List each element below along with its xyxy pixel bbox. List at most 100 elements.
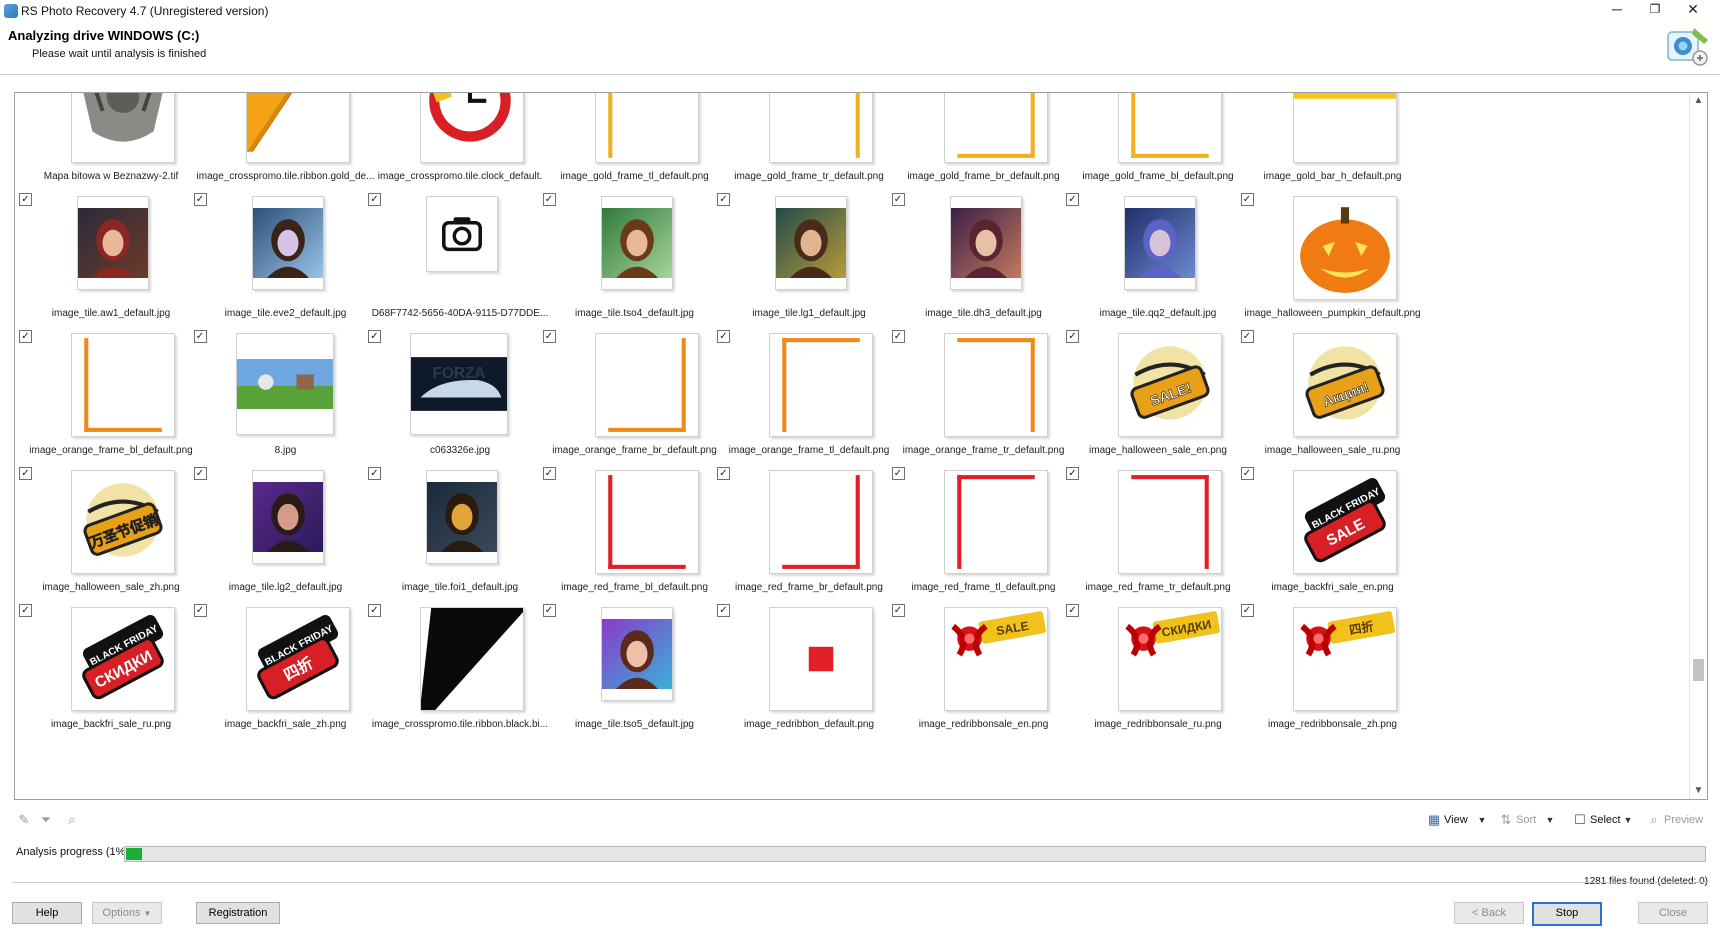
file-thumbnail[interactable]: ✓ image_orange_frame_tr_default.png	[888, 323, 1080, 473]
file-thumbnail[interactable]: ✓ BLACK FRIDAY 四折 image_backfri_sale_zh.png	[190, 597, 382, 747]
view-dropdown-chevron-icon[interactable]: ▼	[1474, 812, 1490, 828]
file-thumbnail[interactable]: ✓ image_red_frame_bl_default.png	[539, 460, 731, 610]
blackfriday-badge-image: BLACK FRIDAY СКИДКИ	[71, 607, 175, 711]
file-thumbnail[interactable]: ✓ image_red_frame_tl_default.png	[888, 460, 1080, 610]
file-name: image_tile.lg2_default.jpg	[228, 582, 343, 593]
app-icon	[4, 4, 18, 18]
file-thumbnail[interactable]: ✓ SALE! image_halloween_sale_en.png	[1062, 323, 1254, 473]
file-thumbnail[interactable]: ✓ image_tile.lg1_default.jpg	[713, 186, 905, 336]
file-thumbnail[interactable]: ✓ image_orange_frame_br_default.png	[539, 323, 731, 473]
camera-image	[426, 196, 498, 272]
file-thumbnail[interactable]: ✓ СКИДКИ image_redribbonsale_ru.png	[1062, 597, 1254, 747]
file-name: Mapa bitowa w Beznazwy-2.tif	[43, 171, 179, 182]
car-image: FORZA	[410, 333, 508, 435]
gold-frame-tr-image	[769, 93, 873, 163]
file-thumbnail[interactable]: ✓ image_tile.foi1_default.jpg	[364, 460, 556, 610]
file-name: image_tile.dh3_default.jpg	[925, 308, 1042, 319]
file-thumbnail[interactable]: ✓ 8.jpg	[190, 323, 382, 473]
vertical-scrollbar[interactable]: ▲ ▼	[1689, 93, 1707, 799]
ribbon-sale-image: SALE	[943, 607, 1048, 711]
file-thumbnail[interactable]: Mapa bitowa w Beznazwy-2.tif	[15, 93, 207, 199]
options-button[interactable]: Options ▼	[92, 902, 162, 924]
file-name: image_gold_frame_bl_default.png	[1082, 171, 1234, 182]
file-thumbnail[interactable]: ✓ 四折 image_redribbonsale_zh.png	[1237, 597, 1429, 747]
file-thumbnail[interactable]: ✓ 万圣节促销 image_halloween_sale_zh.png	[15, 460, 207, 610]
close-window-button[interactable]: ✕	[1676, 0, 1710, 20]
file-name: image_orange_frame_tr_default.png	[902, 445, 1065, 456]
file-name: D68F7742-5656-40DA-9115-D77DDE...	[371, 308, 549, 319]
file-name: image_backfri_sale_ru.png	[50, 719, 172, 730]
scroll-down-arrow-icon[interactable]: ▼	[1690, 783, 1707, 799]
options-dropdown-icon: ▼	[143, 909, 152, 918]
page-title: Analyzing drive WINDOWS (C:)	[8, 28, 200, 43]
file-name: image_tile.lg1_default.jpg	[752, 308, 866, 319]
file-thumbnail[interactable]: ✓ image_tile.aw1_default.jpg	[15, 186, 207, 336]
sort-dropdown-chevron-icon[interactable]: ▼	[1542, 812, 1558, 828]
file-thumbnail[interactable]: image_gold_frame_br_default.png	[888, 93, 1080, 199]
file-thumbnail[interactable]: ✓ image_tile.dh3_default.jpg	[888, 186, 1080, 336]
file-thumbnail[interactable]: image_gold_frame_tl_default.png	[539, 93, 731, 199]
blackfriday-badge-image: BLACK FRIDAY 四折	[245, 607, 350, 711]
recover-icon[interactable]: ✎	[16, 812, 32, 828]
file-name: image_tile.tso5_default.jpg	[575, 719, 694, 730]
page-subtitle: Please wait until analysis is finished	[32, 48, 207, 60]
view-icon: ▦	[1427, 812, 1441, 827]
stop-button[interactable]: Stop	[1532, 902, 1602, 926]
black-corner-image	[420, 607, 524, 711]
file-name: image_tile.qq2_default.jpg	[1099, 308, 1217, 319]
file-thumbnail[interactable]: image_crosspromo.tile.clock_default.	[364, 93, 556, 199]
file-thumbnail[interactable]: ✓ SALE image_redribbonsale_en.png	[888, 597, 1080, 747]
filter-icon[interactable]: ⏷	[38, 812, 54, 828]
file-thumbnail[interactable]: ✓ FORZA c063326e.jpg	[364, 323, 556, 473]
file-thumbnail[interactable]: ✓ BLACK FRIDAY SALE image_backfri_sale_en.p…	[1237, 460, 1429, 610]
file-thumbnail[interactable]: ✓ image_orange_frame_tl_default.png	[713, 323, 905, 473]
file-name: image_redribbonsale_ru.png	[1094, 719, 1222, 730]
select-dropdown-chevron-icon[interactable]: ▼	[1620, 812, 1636, 828]
red-square-image	[769, 607, 873, 711]
scrollbar-thumb[interactable]	[1693, 659, 1704, 681]
back-button[interactable]: < Back	[1454, 902, 1524, 924]
scroll-up-arrow-icon[interactable]: ▲	[1690, 93, 1707, 109]
file-thumbnail[interactable]: ✓ image_red_frame_br_default.png	[713, 460, 905, 610]
file-thumbnail[interactable]: ✓ image_orange_frame_bl_default.png	[15, 323, 207, 473]
file-thumbnail[interactable]: image_gold_frame_bl_default.png	[1062, 93, 1254, 199]
file-thumbnail[interactable]: ✓ D68F7742-5656-40DA-9115-D77DDE...	[364, 186, 556, 336]
file-thumbnail[interactable]: image_crosspromo.tile.ribbon.gold_de...	[190, 93, 382, 199]
file-name: image_red_frame_tr_default.png	[1085, 582, 1231, 593]
portrait-teal-image	[775, 196, 847, 290]
file-name: image_halloween_sale_zh.png	[42, 582, 180, 593]
file-thumbnail-gallery[interactable]: ✓ 四折 image_redribbonsale_zh.png ✓ СКИДКИ imag…	[14, 92, 1708, 800]
landscape-image	[235, 333, 334, 435]
file-thumbnail[interactable]: ✓ image_tile.eve2_default.jpg	[190, 186, 382, 336]
close-button[interactable]: Close	[1638, 902, 1708, 924]
file-name: image_crosspromo.tile.ribbon.gold_de...	[196, 171, 375, 182]
file-thumbnail[interactable]: ✓ image_crosspromo.tile.ribbon.black.bi..…	[364, 597, 556, 747]
minimize-button[interactable]: ─	[1600, 0, 1634, 20]
options-label: Options	[102, 907, 141, 919]
file-thumbnail[interactable]: ✓ image_redribbon_default.png	[713, 597, 905, 747]
preview-button[interactable]: Preview	[1662, 810, 1703, 830]
analysis-progress-bar	[124, 846, 1706, 862]
progress-fill	[126, 848, 142, 860]
file-thumbnail[interactable]: ✓ BLACK FRIDAY СКИДКИ image_backfri_sale_ru…	[15, 597, 207, 747]
halloween-badge-image: 万圣节促销	[71, 470, 175, 574]
sort-button[interactable]: Sort	[1514, 810, 1536, 830]
file-thumbnail[interactable]: ✓ image_tile.tso5_default.jpg	[539, 597, 731, 747]
file-thumbnail[interactable]: ✓ image_red_frame_tr_default.png	[1062, 460, 1254, 610]
find-icon[interactable]: ⌕	[64, 812, 80, 828]
file-thumbnail[interactable]: ✓ image_tile.lg2_default.jpg	[190, 460, 382, 610]
file-thumbnail[interactable]: image_gold_bar_h_default.png	[1237, 93, 1429, 199]
red-frame-bl-image	[594, 470, 699, 574]
maximize-button[interactable]: ❐	[1638, 0, 1672, 20]
file-thumbnail[interactable]: ✓ image_tile.tso4_default.jpg	[539, 186, 731, 336]
file-thumbnail[interactable]: ✓ image_tile.qq2_default.jpg	[1062, 186, 1254, 336]
title-bar: RS Photo Recovery 4.7 (Unregistered vers…	[0, 0, 1720, 22]
select-button[interactable]: Select	[1588, 810, 1621, 830]
file-thumbnail[interactable]: ✓ Акция! image_halloween_sale_ru.png	[1237, 323, 1429, 473]
file-thumbnail[interactable]: ✓ image_halloween_pumpkin_default.png	[1237, 186, 1429, 336]
file-thumbnail[interactable]: image_gold_frame_tr_default.png	[713, 93, 905, 199]
registration-button[interactable]: Registration	[196, 902, 280, 924]
view-button[interactable]: View	[1442, 810, 1468, 830]
select-checkbox-icon[interactable]: ☐	[1572, 812, 1588, 828]
help-button[interactable]: Help	[12, 902, 82, 924]
